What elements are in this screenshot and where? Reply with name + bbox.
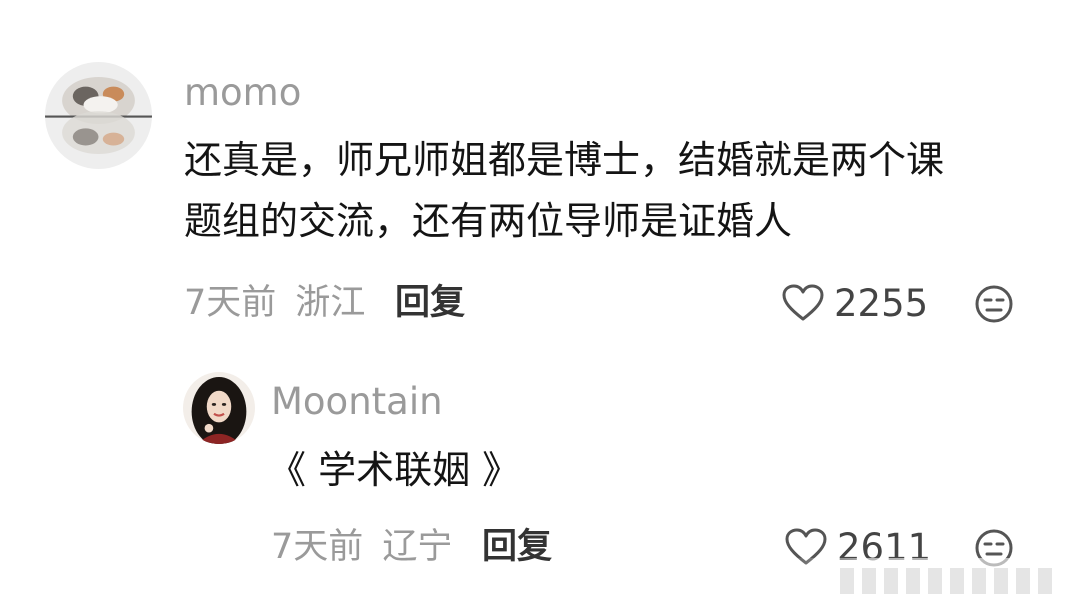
comment-text: 《 学术联姻 》 [268, 440, 520, 501]
watermark-blocks [840, 568, 1052, 594]
dislike-emoji-button[interactable] [974, 284, 1014, 328]
watermark-overlay [780, 558, 1080, 604]
like-count: 2255 [834, 281, 929, 325]
comment-time: 7天前 [184, 283, 277, 323]
woman-avatar-icon [183, 372, 255, 444]
reply-button[interactable]: 回复 [482, 530, 552, 565]
cat-avatar-icon [45, 62, 152, 169]
comment-text-line: 《 学术联姻 》 [268, 448, 521, 492]
username[interactable]: momo [184, 74, 301, 111]
comment-time: 7天前 [271, 527, 364, 567]
reply-button[interactable]: 回复 [395, 286, 465, 321]
like-button[interactable]: 2255 [782, 284, 928, 322]
heart-icon [782, 284, 824, 321]
comment-location: 浙江 [295, 283, 366, 323]
comment-text-line: 题组的交流，还有两位导师是证婚人 [184, 199, 793, 243]
comment-text-line: 还真是，师兄师姐都是博士，结婚就是两个课 [184, 138, 945, 182]
comment-timestamp: 7天前 浙江 [184, 286, 365, 321]
comment-timestamp: 7天前 辽宁 [271, 530, 452, 565]
comment-text: 还真是，师兄师姐都是博士，结婚就是两个课 题组的交流，还有两位导师是证婚人 [184, 130, 944, 252]
username[interactable]: Moontain [271, 383, 443, 420]
comment-location: 辽宁 [382, 527, 453, 567]
avatar[interactable] [45, 62, 152, 169]
avatar[interactable] [183, 372, 255, 444]
neutral-face-icon [975, 285, 1013, 323]
